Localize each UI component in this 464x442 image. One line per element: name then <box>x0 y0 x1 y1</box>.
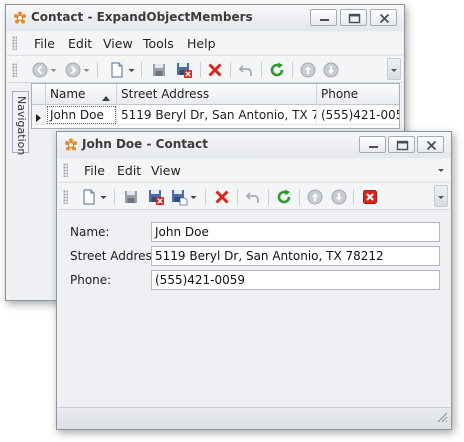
detail-window-title: John Doe - Contact <box>82 137 208 151</box>
close-button[interactable] <box>417 136 444 153</box>
toolbar-separator <box>97 62 98 78</box>
menu-file[interactable]: File <box>84 163 105 178</box>
name-label: Name: <box>70 225 110 239</box>
menu-edit[interactable]: Edit <box>117 163 141 178</box>
menubar-grip[interactable] <box>63 163 68 177</box>
detail-statusbar <box>57 407 451 429</box>
name-field[interactable]: John Doe <box>151 222 440 242</box>
menu-edit[interactable]: Edit <box>68 36 92 51</box>
save-and-new-dropdown-icon[interactable] <box>190 188 197 206</box>
menu-view[interactable]: View <box>151 163 181 178</box>
toolbar-separator <box>353 189 354 205</box>
row-indicator[interactable] <box>32 105 46 125</box>
sort-ascending-icon <box>102 91 110 104</box>
grid-cell-street-address[interactable]: 5119 Beryl Dr, San Antonio, TX 78212 <box>117 105 317 125</box>
undo-icon[interactable] <box>237 61 255 79</box>
menubar-grip[interactable] <box>12 36 17 50</box>
street-address-label: Street Address: <box>70 249 163 263</box>
toolbar-overflow-button[interactable] <box>434 185 448 207</box>
phone-field[interactable]: (555)421-0059 <box>151 270 440 290</box>
toolbar-separator <box>205 189 206 205</box>
navigation-tab[interactable]: Navigation <box>12 91 29 156</box>
detail-menubar: File Edit View <box>58 159 450 181</box>
main-window-title: Contact - ExpandObjectMembers <box>31 10 253 24</box>
save-icon[interactable] <box>122 188 140 206</box>
minimize-button[interactable] <box>310 9 337 26</box>
maximize-button[interactable] <box>340 9 367 26</box>
grid-cell-name[interactable]: John Doe <box>46 105 117 125</box>
street-address-field[interactable]: 5119 Beryl Dr, San Antonio, TX 78212 <box>151 246 440 266</box>
back-dropdown-icon[interactable] <box>50 61 57 79</box>
toolbar-separator <box>114 189 115 205</box>
menubar-overflow-icon[interactable] <box>436 164 446 178</box>
grid-header-name-label: Name <box>50 87 86 101</box>
menu-file[interactable]: File <box>34 36 55 51</box>
grid-header-phone[interactable]: Phone <box>317 84 399 105</box>
toolbar-grip[interactable] <box>63 190 68 204</box>
toolbar-separator <box>261 62 262 78</box>
forward-dropdown-icon[interactable] <box>83 61 90 79</box>
toolbar-grip[interactable] <box>12 63 17 77</box>
save-and-close-icon[interactable] <box>175 61 193 79</box>
toolbar-separator <box>141 62 142 78</box>
detail-window-titlebar[interactable]: John Doe - Contact <box>57 132 451 158</box>
main-menubar: File Edit View Tools Help <box>7 32 403 54</box>
main-toolbar <box>7 55 403 83</box>
undo-icon[interactable] <box>244 188 262 206</box>
next-record-icon[interactable] <box>330 188 348 206</box>
detail-window: John Doe - Contact File Edit View Name: … <box>56 131 452 430</box>
toolbar-separator <box>268 189 269 205</box>
toolbar-separator <box>200 62 201 78</box>
close-record-icon[interactable] <box>361 188 379 206</box>
toolbar-separator <box>230 62 231 78</box>
grid-row-indicator-header <box>32 84 46 105</box>
grid-header-street-address[interactable]: Street Address <box>117 84 317 105</box>
close-button[interactable] <box>370 9 397 26</box>
toolbar-separator <box>292 62 293 78</box>
menu-help[interactable]: Help <box>187 36 216 51</box>
save-and-close-icon[interactable] <box>147 188 165 206</box>
grid-header-name[interactable]: Name <box>46 84 117 105</box>
refresh-icon[interactable] <box>268 61 286 79</box>
contact-form: Name: John Doe Street Address: 5119 Bery… <box>58 211 450 407</box>
new-icon[interactable] <box>80 188 98 206</box>
menu-tools[interactable]: Tools <box>143 36 174 51</box>
toolbar-separator <box>299 189 300 205</box>
forward-icon[interactable] <box>64 61 82 79</box>
next-record-icon[interactable] <box>322 61 340 79</box>
main-window-titlebar[interactable]: Contact - ExpandObjectMembers <box>6 5 404 31</box>
delete-icon[interactable] <box>213 188 231 206</box>
minimize-button[interactable] <box>359 136 386 153</box>
current-row-arrow-icon <box>36 111 42 124</box>
grid-cell-phone[interactable]: (555)421-0059 <box>317 105 399 125</box>
previous-record-icon[interactable] <box>299 61 317 79</box>
save-and-new-icon[interactable] <box>170 188 188 206</box>
phone-label: Phone: <box>70 273 112 287</box>
navigation-tab-label: Navigation <box>15 96 28 156</box>
resize-grip-icon[interactable] <box>436 411 448 426</box>
new-dropdown-icon[interactable] <box>128 61 135 79</box>
toolbar-overflow-button[interactable] <box>387 58 401 80</box>
new-icon[interactable] <box>108 61 126 79</box>
refresh-icon[interactable] <box>275 188 293 206</box>
detail-toolbar <box>58 182 450 210</box>
maximize-button[interactable] <box>388 136 415 153</box>
save-icon[interactable] <box>150 61 168 79</box>
delete-icon[interactable] <box>206 61 224 79</box>
menu-view[interactable]: View <box>103 36 133 51</box>
gear-flower-icon <box>13 11 27 25</box>
previous-record-icon[interactable] <box>306 188 324 206</box>
new-dropdown-icon[interactable] <box>100 188 107 206</box>
back-icon[interactable] <box>31 61 49 79</box>
gear-flower-icon <box>64 138 78 152</box>
toolbar-separator <box>237 189 238 205</box>
contacts-grid: Name Street Address Phone John Doe 5119 … <box>31 83 400 129</box>
